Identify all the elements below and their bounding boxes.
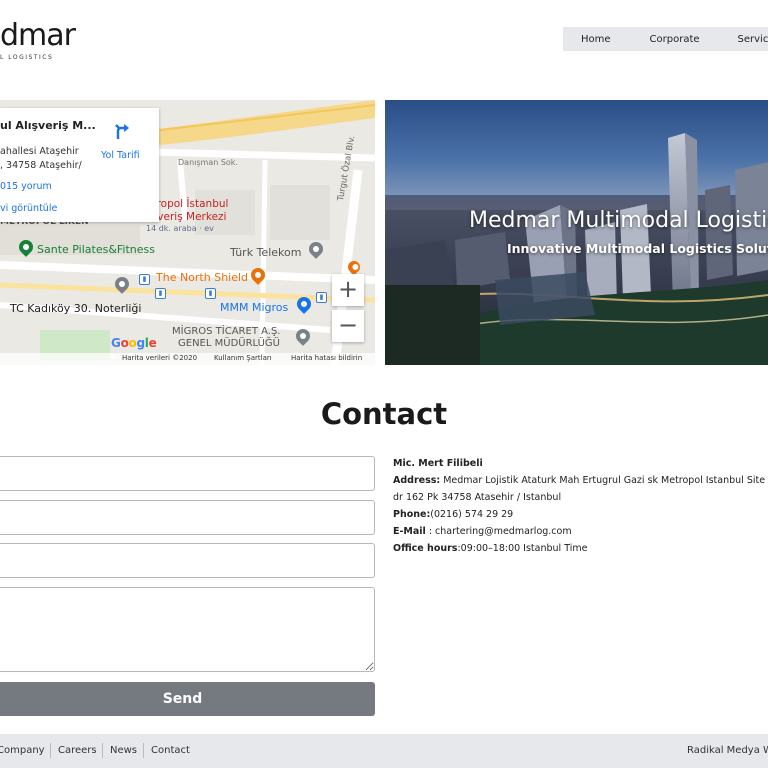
contact-hours: Office hours:09:00–18:00 Istanbul Time	[393, 543, 588, 554]
place-address-1: ahallesi Ataşehir	[0, 146, 79, 157]
poi-migros[interactable]: MMM Migros	[220, 301, 288, 314]
map-data-credit: Harita verileri ©2020	[122, 354, 198, 362]
zoom-in-button[interactable]: +	[332, 274, 364, 306]
footer-separator	[50, 743, 51, 758]
contact-phone: Phone:(0216) 574 29 29	[393, 509, 514, 520]
poi-migros-ticaret-1[interactable]: MİGROS TİCARET A.Ş.	[172, 326, 280, 337]
footer-contact-link[interactable]: Contact	[151, 745, 190, 756]
poi-sante[interactable]: Sante Pilates&Fitness	[37, 243, 155, 256]
send-button[interactable]: Send	[0, 682, 375, 716]
poi-noterlik[interactable]: TC Kadıköy 30. Noterliği	[10, 302, 141, 315]
map-attribution-bar: Harita verileri ©2020 Kullanım Şartları …	[0, 353, 375, 365]
google-logo: Google	[111, 336, 157, 350]
poi-turk-telekom[interactable]: Türk Telekom	[230, 246, 301, 259]
reviews-link[interactable]: 015 yorum	[0, 181, 52, 192]
directions-label[interactable]: Yol Tarifi	[101, 150, 140, 161]
directions-icon[interactable]	[113, 122, 131, 140]
logo-wordmark: dmar	[0, 18, 76, 53]
logo-tagline: L LOGISTICS	[0, 54, 54, 61]
place-info-card: ul Alışveriş M... ahallesi Ataşehir , 34…	[0, 108, 159, 222]
footer-separator	[102, 743, 103, 758]
contact-address-cont: dr 162 Pk 34758 Atasehir / Istanbul	[393, 492, 562, 503]
map-terms-link[interactable]: Kullanım Şartları	[214, 354, 272, 362]
poi-metropol-eta: 14 dk. araba · ev	[146, 224, 214, 233]
poi-north-shield[interactable]: The North Shield	[156, 271, 248, 284]
name-input[interactable]	[0, 456, 375, 491]
nav-corporate[interactable]: Corporate	[631, 34, 719, 45]
hero-banner: Medmar Multimodal Logistics Innovative M…	[385, 100, 768, 365]
poi-migros-ticaret-2[interactable]: GENEL MÜDÜRLÜĞÜ	[178, 338, 280, 349]
bus-stop-icon[interactable]: ▮	[316, 292, 327, 303]
place-title: ul Alışveriş M...	[0, 119, 96, 132]
subject-input[interactable]	[0, 543, 375, 578]
map-report-link[interactable]: Harita hatası bildirin	[291, 354, 362, 362]
contact-address: Address: Medmar Lojistik Ataturk Mah Ert…	[393, 475, 766, 486]
bus-stop-icon[interactable]: ▮	[139, 274, 150, 285]
main-nav: Home Corporate Services	[563, 27, 768, 51]
hero-title: Medmar Multimodal Logistics	[469, 208, 768, 233]
site-footer: Company Careers News Contact Radikal Med…	[0, 734, 768, 768]
email-input[interactable]	[0, 500, 375, 535]
bus-stop-icon[interactable]: ▮	[155, 288, 166, 299]
google-map[interactable]: Danışman Sok. etropol İstanbul lışveriş …	[0, 100, 375, 365]
contact-details: Mic. Mert Filibeli Address: Medmar Lojis…	[393, 455, 768, 557]
footer-company-link[interactable]: Company	[0, 745, 45, 756]
logo[interactable]: dmar L LOGISTICS	[0, 18, 76, 66]
message-textarea[interactable]	[0, 587, 375, 672]
nav-home[interactable]: Home	[563, 34, 631, 45]
street-label-danisman: Danışman Sok.	[178, 158, 238, 167]
hero-subtitle: Innovative Multimodal Logistics Solution…	[507, 241, 768, 256]
zoom-out-button[interactable]: −	[332, 310, 364, 342]
nav-services[interactable]: Services	[719, 34, 768, 45]
footer-credit: Radikal Medya W	[687, 745, 768, 756]
footer-news-link[interactable]: News	[110, 745, 137, 756]
bus-stop-icon[interactable]: ▮	[205, 288, 216, 299]
footer-careers-link[interactable]: Careers	[58, 745, 97, 756]
contact-email: E-Mail : chartering@medmarlog.com	[393, 526, 572, 537]
view-larger-map-link[interactable]: vi görüntüle	[0, 203, 57, 214]
contact-title: Contact	[320, 397, 448, 431]
contact-person: Mic. Mert Filibeli	[393, 458, 483, 469]
place-address-2: , 34758 Ataşehir/	[0, 160, 82, 171]
footer-separator	[143, 743, 144, 758]
